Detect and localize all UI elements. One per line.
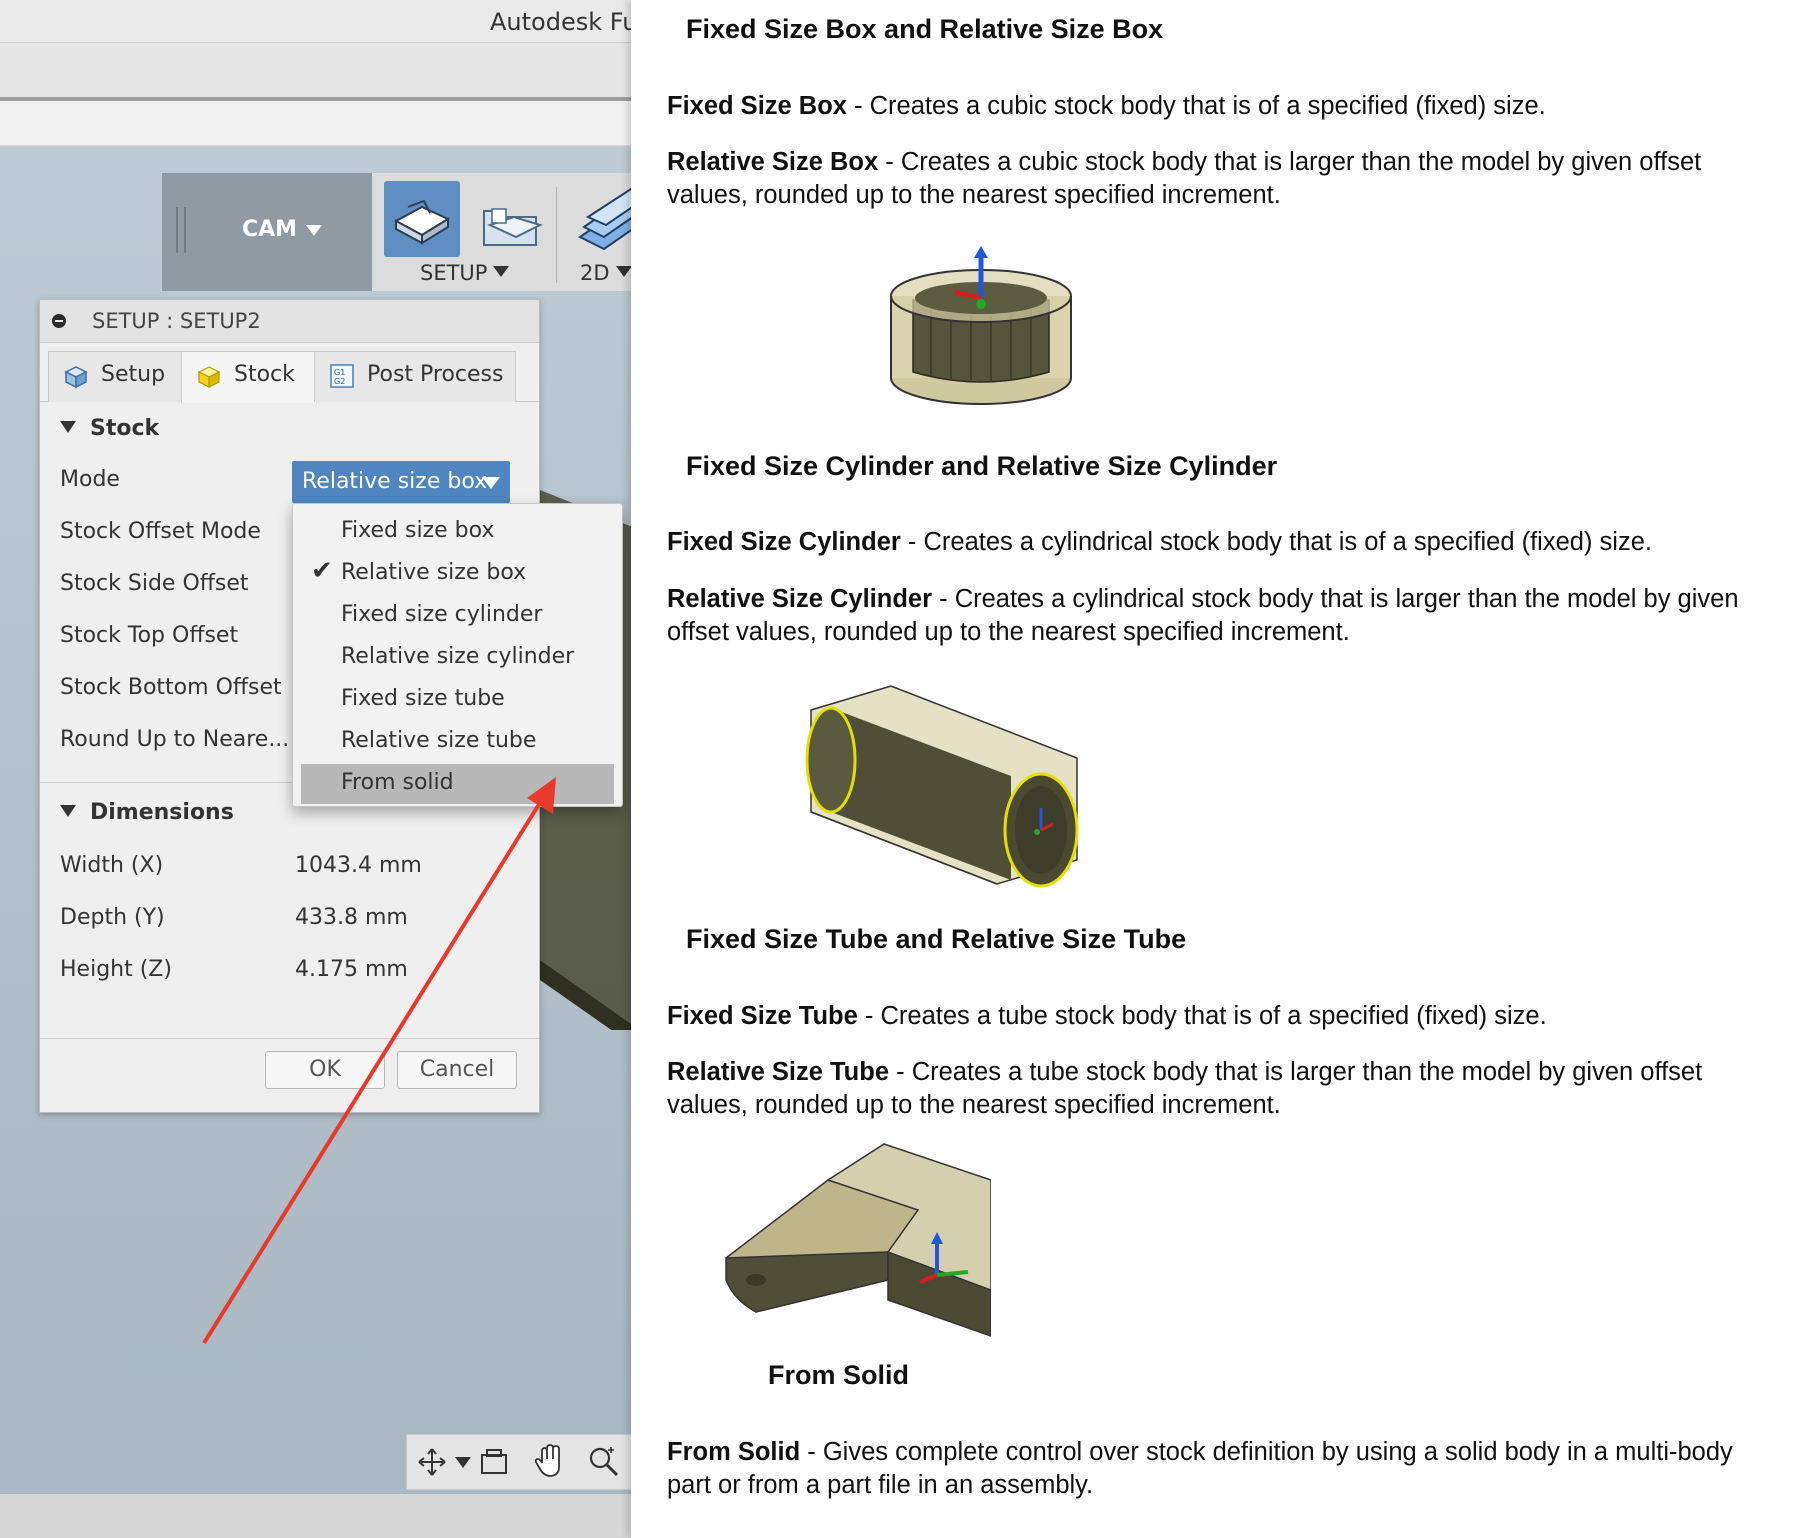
gcode-icon: G1 G2 (330, 364, 354, 388)
menu-item-fixed-size-cylinder[interactable]: Fixed size cylinder (301, 596, 614, 636)
fusion-app-window: Autodesk Fusion CAM (0, 0, 640, 1538)
menu-item-relative-size-box[interactable]: ✔ Relative size box (301, 554, 614, 594)
definition-paragraph: Fixed Size Box - Creates a cubic stock b… (667, 92, 1546, 120)
tab-label: Post Process (367, 362, 504, 387)
menu-item-relative-size-tube[interactable]: Relative size tube (301, 722, 614, 762)
tab-label: Stock (234, 362, 295, 387)
section-heading: Fixed Size Cylinder and Relative Size Cy… (686, 451, 1278, 481)
tab-stock[interactable]: Stock (181, 351, 317, 403)
setup-icon (393, 199, 451, 245)
status-strip (0, 1494, 640, 1538)
svg-text:G2: G2 (334, 377, 345, 386)
tab-post-process[interactable]: G1 G2 Post Process (314, 351, 516, 402)
grip-handle[interactable] (176, 207, 186, 253)
stock-box-icon (197, 366, 221, 388)
definition-paragraph: Relative Size Box - Creates a cubic stoc… (667, 148, 1702, 209)
toolbar-separator (556, 187, 557, 283)
ribbon-toolbar: CAM SETUP 2D (162, 173, 640, 291)
mode-select[interactable]: Relative size box (292, 461, 510, 503)
setup-cube-icon (64, 366, 88, 389)
height-label: Height (Z) (60, 957, 172, 982)
2d-label[interactable]: 2D (580, 261, 632, 285)
mode-dropdown-menu: Fixed size box ✔ Relative size box Fixed … (292, 503, 623, 807)
menu-item-from-solid[interactable]: From solid (301, 764, 614, 804)
new-setup-button[interactable] (384, 181, 460, 257)
navigation-bar (406, 1434, 640, 1490)
app-title: Autodesk Fusion (490, 8, 640, 36)
stock-top-offset-label: Stock Top Offset (60, 623, 239, 648)
tab-strip (0, 43, 640, 101)
menu-item-relative-size-cylinder[interactable]: Relative size cylinder (301, 638, 614, 678)
dialog-header: SETUP : SETUP2 (40, 300, 539, 343)
definition-paragraph: From Solid - Gives complete control over… (667, 1438, 1733, 1499)
section-heading: Fixed Size Box and Relative Size Box (686, 14, 1164, 44)
folder-setup-icon (483, 208, 543, 246)
definition-paragraph: Fixed Size Cylinder - Creates a cylindri… (667, 528, 1652, 556)
mode-label: Mode (60, 467, 120, 492)
tab-setup[interactable]: Setup (48, 351, 184, 402)
mode-selected-value: Relative size box (302, 469, 488, 494)
section-heading: From Solid (768, 1360, 909, 1390)
svg-text:G1: G1 (334, 368, 345, 377)
width-label: Width (X) (60, 853, 164, 878)
cylinder-stock-illustration (805, 685, 1079, 888)
stock-section-header[interactable]: Stock (60, 416, 159, 441)
definition-paragraph: Relative Size Tube - Creates a tube stoc… (667, 1058, 1703, 1119)
definition-paragraph: Relative Size Cylinder - Creates a cylin… (667, 585, 1739, 646)
section-heading: Fixed Size Tube and Relative Size Tube (686, 924, 1187, 954)
setup-sheet-button[interactable] (474, 181, 550, 257)
look-at-icon[interactable] (479, 1447, 509, 1477)
chevron-down-icon (482, 477, 500, 489)
zoom-icon[interactable] (585, 1443, 621, 1479)
dialog-title: SETUP : SETUP2 (92, 309, 261, 333)
setup-label[interactable]: SETUP (420, 261, 510, 285)
ok-button[interactable]: OK (265, 1051, 385, 1089)
menu-item-fixed-size-tube[interactable]: Fixed size tube (301, 680, 614, 720)
pan-hand-icon[interactable] (533, 1443, 567, 1479)
width-value: 1043.4 mm (295, 853, 422, 878)
dialog-tabs: Setup Stock G1 G2 Post Process (40, 351, 539, 403)
stock-bottom-offset-label: Stock Bottom Offset (60, 675, 282, 700)
workspace-switcher[interactable]: CAM (162, 173, 372, 291)
collapse-triangle-icon (60, 421, 76, 433)
workspace-label: CAM (242, 217, 298, 242)
from-solid-illustration (725, 1143, 991, 1337)
stock-offset-mode-label: Stock Offset Mode (60, 519, 261, 544)
2d-toolpath-button[interactable] (566, 181, 640, 257)
orbit-icon[interactable] (415, 1445, 449, 1479)
title-bar: Autodesk Fusion (0, 0, 640, 43)
caret-down-icon[interactable] (455, 1457, 471, 1468)
depth-value: 433.8 mm (295, 905, 408, 930)
tab-label: Setup (101, 362, 166, 387)
chevron-down-icon (306, 225, 322, 236)
depth-label: Depth (Y) (60, 905, 165, 930)
footer-divider (40, 1038, 539, 1039)
caret-down-icon (493, 266, 510, 277)
height-value: 4.175 mm (295, 957, 408, 982)
collapse-icon[interactable] (52, 314, 66, 328)
menu-item-fixed-size-box[interactable]: Fixed size box (301, 512, 614, 552)
2d-pocket-icon (578, 185, 640, 251)
stock-side-offset-label: Stock Side Offset (60, 571, 249, 596)
help-document: Fixed Size Box and Relative Size Box Fix… (631, 0, 1798, 1538)
definition-paragraph: Fixed Size Tube - Creates a tube stock b… (667, 1002, 1547, 1030)
dimensions-section-header[interactable]: Dimensions (60, 800, 234, 825)
round-up-label: Round Up to Neare... (60, 727, 290, 752)
quick-access-strip (0, 101, 640, 146)
relative-box-stock-illustration (890, 246, 1072, 405)
checkmark-icon: ✔ (311, 556, 333, 586)
cancel-button[interactable]: Cancel (397, 1051, 517, 1089)
collapse-triangle-icon (60, 805, 76, 817)
caret-down-icon (615, 266, 632, 277)
